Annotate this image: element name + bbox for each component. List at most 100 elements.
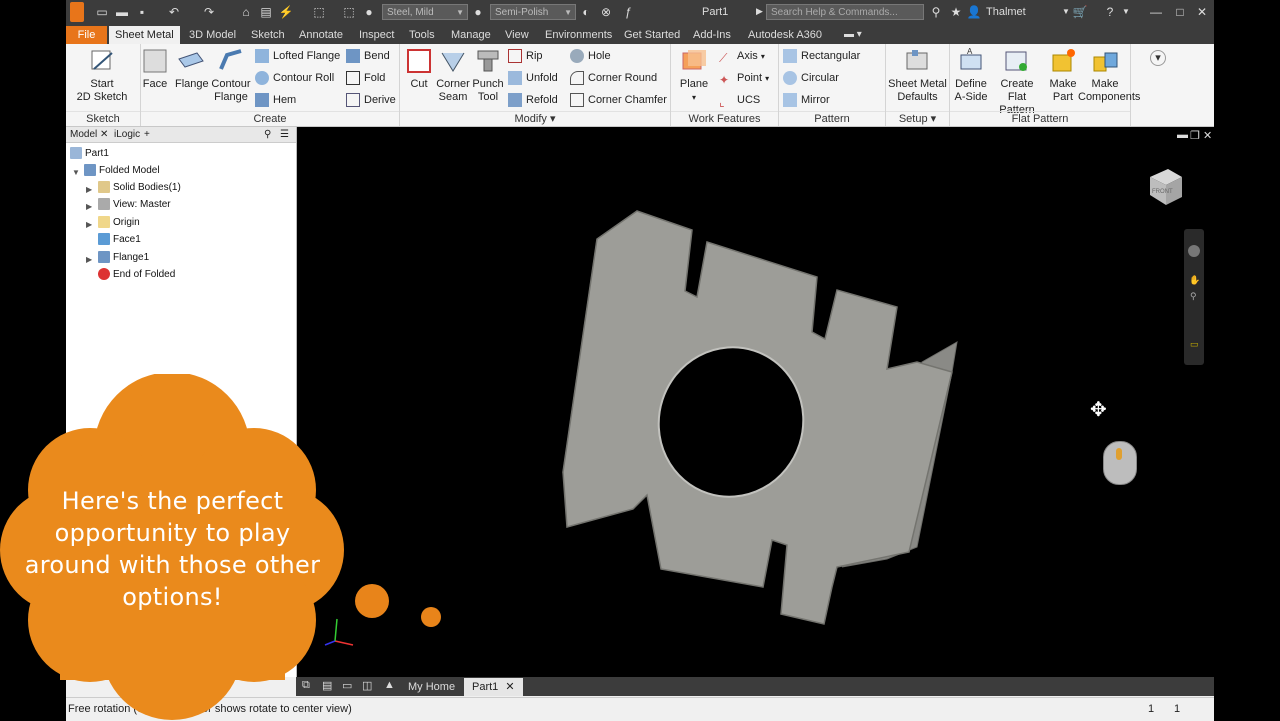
close-icon[interactable]: ✕	[100, 128, 108, 141]
tab-view[interactable]: View	[499, 26, 535, 44]
define-a-side-button[interactable]: A Define A-Side	[952, 47, 990, 104]
make-part-button[interactable]: Make Part	[1048, 47, 1078, 104]
hole-button[interactable]: Hole	[570, 47, 611, 65]
tab-get-started[interactable]: Get Started	[618, 26, 686, 44]
contour-roll-button[interactable]: Contour Roll	[255, 69, 334, 87]
redo-icon[interactable]: ↷	[201, 4, 217, 20]
search-input[interactable]: Search Help & Commands...	[766, 4, 924, 20]
measure-icon[interactable]: ⬚	[341, 4, 357, 20]
search-icon[interactable]: ⚲	[264, 128, 271, 141]
graphics-viewport[interactable]: ▬ ❐ ✕ FRONT ✋ ⚲ ▭ ✥	[297, 127, 1214, 677]
tab-part1[interactable]: Part1 ✕	[464, 678, 523, 696]
fold-button[interactable]: Fold	[346, 69, 385, 87]
panel-label-modify[interactable]: Modify ▾	[400, 111, 670, 126]
tab-file[interactable]: File	[66, 26, 107, 44]
point-button[interactable]: ✦ Point ▾	[719, 69, 769, 87]
new-icon[interactable]: ▭	[94, 4, 110, 20]
tab-inspect[interactable]: Inspect	[353, 26, 400, 44]
add-tab-icon[interactable]: +	[144, 128, 150, 141]
steering-wheel-icon[interactable]	[1188, 245, 1200, 257]
corner-round-button[interactable]: Corner Round	[570, 69, 657, 87]
ribbon-expand-icon[interactable]: ▾	[1150, 50, 1166, 66]
circular-pattern-button[interactable]: Circular	[783, 69, 839, 87]
minimize-icon[interactable]: —	[1148, 4, 1164, 20]
sheet-metal-defaults-button[interactable]: Sheet Metal Defaults	[886, 47, 949, 104]
make-components-button[interactable]: Make Components	[1078, 47, 1140, 104]
tab-environments[interactable]: Environments	[539, 26, 618, 44]
tab-my-home[interactable]: My Home	[400, 678, 463, 696]
update-icon[interactable]: ⚡	[278, 4, 294, 20]
face-button[interactable]: Face	[141, 47, 169, 91]
corner-chamfer-button[interactable]: Corner Chamfer	[570, 91, 667, 109]
mirror-button[interactable]: Mirror	[783, 91, 830, 109]
rectangular-pattern-button[interactable]: Rectangular	[783, 47, 860, 65]
clear-icon[interactable]: ⊗	[598, 4, 614, 20]
axis-button[interactable]: ⟋ Axis ▾	[719, 47, 765, 65]
expand-icon[interactable]: ▶	[86, 185, 92, 194]
tab-add-ins[interactable]: Add-Ins	[687, 26, 737, 44]
hem-button[interactable]: Hem	[255, 91, 296, 109]
expand-icon[interactable]: ▶	[86, 255, 92, 264]
rip-button[interactable]: Rip	[508, 47, 543, 65]
print-icon[interactable]: ▤	[258, 4, 274, 20]
plane-button[interactable]: Plane ▾	[677, 47, 711, 104]
cut-button[interactable]: Cut	[404, 47, 434, 91]
lofted-flange-button[interactable]: Lofted Flange	[255, 47, 340, 65]
bend-button[interactable]: Bend	[346, 47, 390, 65]
open-icon[interactable]: ▬	[114, 4, 130, 20]
adjust-icon[interactable]: ◐	[578, 4, 594, 20]
tree-view-master[interactable]: View: Master	[98, 197, 171, 213]
tab-annotate[interactable]: Annotate	[293, 26, 349, 44]
orbit-icon[interactable]: ▭	[1190, 339, 1199, 350]
menu-icon[interactable]: ☰	[280, 128, 289, 141]
undo-icon[interactable]: ↶	[166, 4, 182, 20]
tab-sketch[interactable]: Sketch	[245, 26, 291, 44]
start-2d-sketch-button[interactable]: Start 2D Sketch	[72, 47, 132, 104]
app-logo-icon[interactable]	[70, 2, 84, 22]
material-dropdown[interactable]: Steel, Mild ▼	[382, 4, 468, 20]
help-icon[interactable]: ?	[1102, 4, 1118, 20]
cart-icon[interactable]: 🛒	[1072, 4, 1088, 20]
create-flat-pattern-button[interactable]: Create Flat Pattern	[990, 47, 1044, 117]
chevron-down-icon[interactable]: ▼	[1118, 4, 1134, 20]
tab-manage[interactable]: Manage	[445, 26, 497, 44]
tree-face1[interactable]: Face1	[98, 232, 141, 248]
tree-flange1[interactable]: Flange1	[98, 250, 149, 266]
tree-folded-model[interactable]: Folded Model	[84, 163, 160, 179]
tab-3d-model[interactable]: 3D Model	[183, 26, 242, 44]
navigation-bar[interactable]: ✋ ⚲ ▭	[1184, 229, 1204, 365]
function-icon[interactable]: ƒ	[620, 4, 636, 20]
user-icon[interactable]: 👤	[966, 4, 982, 20]
expand-icon[interactable]: ▶	[86, 202, 92, 211]
tree-origin[interactable]: Origin	[98, 215, 140, 231]
flange-button[interactable]: Flange	[175, 47, 209, 91]
refold-button[interactable]: Refold	[508, 91, 558, 109]
star-icon[interactable]: ★	[948, 4, 964, 20]
view-cube[interactable]: FRONT	[1144, 165, 1184, 207]
zoom-icon[interactable]: ⚲	[1190, 291, 1197, 302]
punch-tool-button[interactable]: Punch Tool	[472, 47, 504, 104]
sheet-metal-part[interactable]	[297, 127, 1214, 677]
collapse-icon[interactable]: ▼	[72, 168, 80, 177]
maximize-icon[interactable]: □	[1172, 4, 1188, 20]
tab-autodesk-a360[interactable]: Autodesk A360	[742, 26, 828, 44]
contour-flange-button[interactable]: Contour Flange	[211, 47, 251, 104]
tab-model[interactable]: Model	[70, 128, 97, 141]
vertical-icon[interactable]: ◫	[362, 679, 372, 692]
close-icon[interactable]: ✕	[505, 681, 514, 693]
user-name[interactable]: Thalmet	[986, 6, 1026, 18]
select-icon[interactable]: ⬚	[311, 4, 327, 20]
derive-button[interactable]: Derive	[346, 91, 396, 109]
arrange-icon[interactable]: ▲	[384, 679, 395, 691]
tree-part[interactable]: Part1	[70, 146, 109, 162]
tab-ilogic[interactable]: iLogic	[114, 128, 140, 141]
tree-solid-bodies[interactable]: Solid Bodies(1)	[98, 180, 181, 196]
tab-tools[interactable]: Tools	[403, 26, 441, 44]
save-icon[interactable]: ▪	[134, 4, 150, 20]
ribbon-options-icon[interactable]: ▬ ▾	[844, 29, 862, 40]
pan-icon[interactable]: ✋	[1189, 275, 1200, 286]
corner-seam-button[interactable]: Corner Seam	[436, 47, 470, 104]
appearance-dropdown[interactable]: Semi-Polish ▼	[490, 4, 576, 20]
binoculars-icon[interactable]: ⚲	[928, 4, 944, 20]
ucs-button[interactable]: ⌞ UCS	[719, 91, 760, 109]
